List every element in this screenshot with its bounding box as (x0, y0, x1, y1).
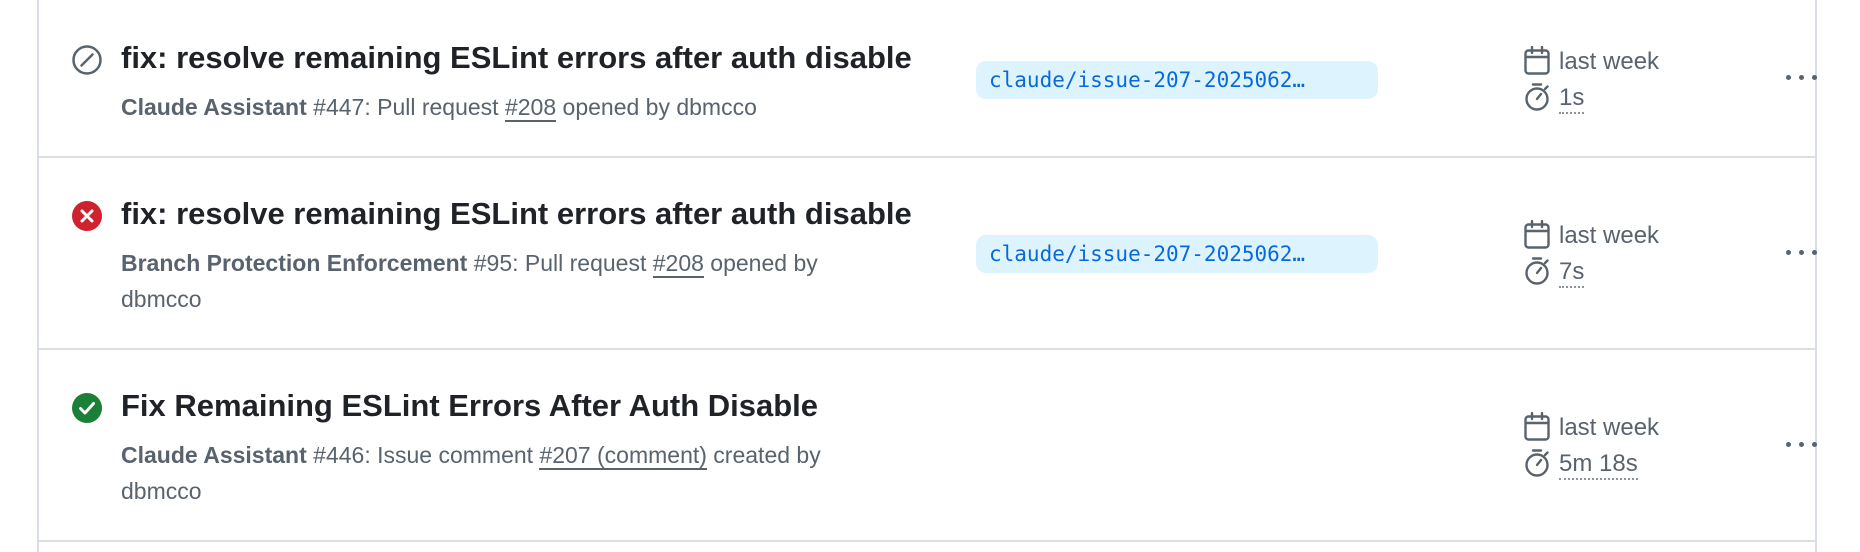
kebab-horizontal-icon[interactable] (1779, 429, 1823, 459)
branch-label[interactable]: claude/issue-207-2025062… (976, 235, 1378, 273)
run-meta: Claude Assistant #447: Pull request #208… (121, 89, 901, 125)
pull-request-link[interactable]: #208 (504, 94, 557, 122)
run-title[interactable]: fix: resolve remaining ESLint errors aft… (121, 40, 912, 76)
run-number: #95 (473, 250, 513, 276)
kebab-horizontal-icon[interactable] (1779, 237, 1823, 267)
calendar-icon (1524, 220, 1550, 249)
calendar-icon (1524, 46, 1550, 75)
run-date: last week (1559, 48, 1660, 75)
workflow-name: Claude Assistant (121, 442, 307, 468)
workflow-run-row[interactable]: fix: resolve remaining ESLint errors aft… (39, 158, 1817, 350)
issue-comment-link[interactable]: #207 (comment) (539, 442, 707, 470)
x-circle-fill-icon (72, 201, 102, 231)
event-text: : Issue comment (364, 442, 540, 468)
stopwatch-icon (1525, 83, 1549, 111)
run-title[interactable]: fix: resolve remaining ESLint errors aft… (121, 196, 912, 232)
run-number: #447 (313, 94, 365, 120)
run-timing: last week 1s (1523, 44, 1743, 116)
run-meta: Claude Assistant #446: Issue comment #20… (121, 437, 901, 509)
branch-label[interactable]: claude/issue-207-2025062… (976, 61, 1378, 99)
run-duration[interactable]: 7s (1559, 258, 1585, 288)
workflow-run-row[interactable]: fix: resolve remaining ESLint errors aft… (39, 0, 1817, 158)
run-meta: Branch Protection Enforcement #95: Pull … (121, 245, 901, 317)
run-duration[interactable]: 1s (1559, 84, 1585, 114)
workflow-runs-list: fix: resolve remaining ESLint errors aft… (37, 0, 1817, 552)
run-timing: last week 7s (1523, 218, 1743, 290)
event-text: : Pull request (364, 94, 505, 120)
event-text: : Pull request (512, 250, 653, 276)
workflow-name: Branch Protection Enforcement (121, 250, 468, 276)
skip-circle-icon (72, 45, 102, 75)
workflow-run-row[interactable]: Fix Remaining ESLint Errors After Auth D… (39, 350, 1817, 542)
run-duration[interactable]: 5m 18s (1559, 450, 1638, 480)
check-circle-fill-icon (72, 393, 102, 423)
run-date: last week (1559, 222, 1660, 249)
event-actor: opened by dbmcco (556, 94, 757, 120)
run-title[interactable]: Fix Remaining ESLint Errors After Auth D… (121, 388, 818, 424)
kebab-horizontal-icon[interactable] (1779, 62, 1823, 92)
pull-request-link[interactable]: #208 (652, 250, 704, 278)
calendar-icon (1524, 412, 1550, 441)
stopwatch-icon (1525, 257, 1549, 285)
run-number: #446 (313, 442, 365, 468)
run-date: last week (1559, 414, 1660, 441)
run-timing: last week 5m 18s (1523, 410, 1743, 482)
workflow-name: Claude Assistant (121, 94, 307, 120)
stopwatch-icon (1525, 449, 1549, 477)
